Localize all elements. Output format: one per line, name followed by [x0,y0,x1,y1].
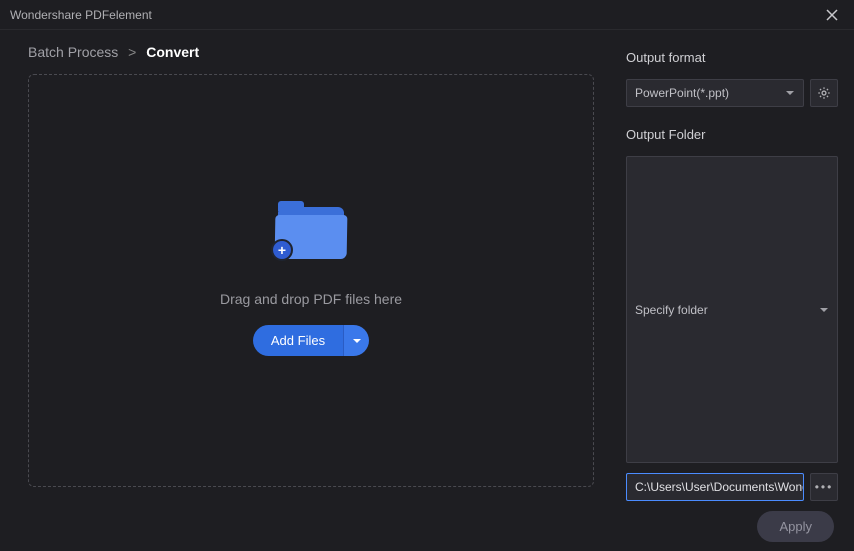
titlebar: Wondershare PDFelement [0,0,854,30]
plus-badge-icon: + [271,239,293,261]
output-format-select[interactable]: PowerPoint(*.ppt) [626,79,804,107]
add-files-button[interactable]: Add Files [253,325,343,356]
dropzone[interactable]: + Drag and drop PDF files here Add Files [28,74,594,487]
breadcrumb-root[interactable]: Batch Process [28,44,118,60]
ellipsis-icon: ••• [815,480,834,494]
folder-add-icon: + [275,205,347,259]
chevron-down-icon [785,88,795,98]
output-folder-path-input[interactable]: C:\Users\User\Documents\Wondershare [626,473,804,501]
dropzone-hint: Drag and drop PDF files here [220,291,402,307]
apply-button[interactable]: Apply [757,511,834,542]
output-folder-label: Output Folder [626,127,838,142]
output-format-settings-button[interactable] [810,79,838,107]
chevron-down-icon [819,305,829,315]
breadcrumb-current: Convert [146,44,199,60]
browse-folder-button[interactable]: ••• [810,473,838,501]
output-folder-mode-value: Specify folder [635,303,708,317]
right-panel: Output format PowerPoint(*.ppt) Output F… [614,30,854,501]
breadcrumb: Batch Process > Convert [28,44,594,60]
breadcrumb-separator: > [128,44,136,60]
output-folder-mode-select[interactable]: Specify folder [626,156,838,463]
close-button[interactable] [820,3,844,27]
add-files-group: Add Files [253,325,369,356]
footer: Apply [0,501,854,551]
chevron-down-icon [352,336,362,346]
gear-icon [817,86,831,100]
app-title: Wondershare PDFelement [10,8,152,22]
output-format-value: PowerPoint(*.ppt) [635,86,729,100]
close-icon [826,9,838,21]
main-area: Batch Process > Convert + Drag and drop … [0,30,854,501]
output-format-label: Output format [626,50,838,65]
left-panel: Batch Process > Convert + Drag and drop … [0,30,614,501]
output-folder-path-value: C:\Users\User\Documents\Wondershare [635,480,804,494]
add-files-dropdown-button[interactable] [343,325,369,356]
